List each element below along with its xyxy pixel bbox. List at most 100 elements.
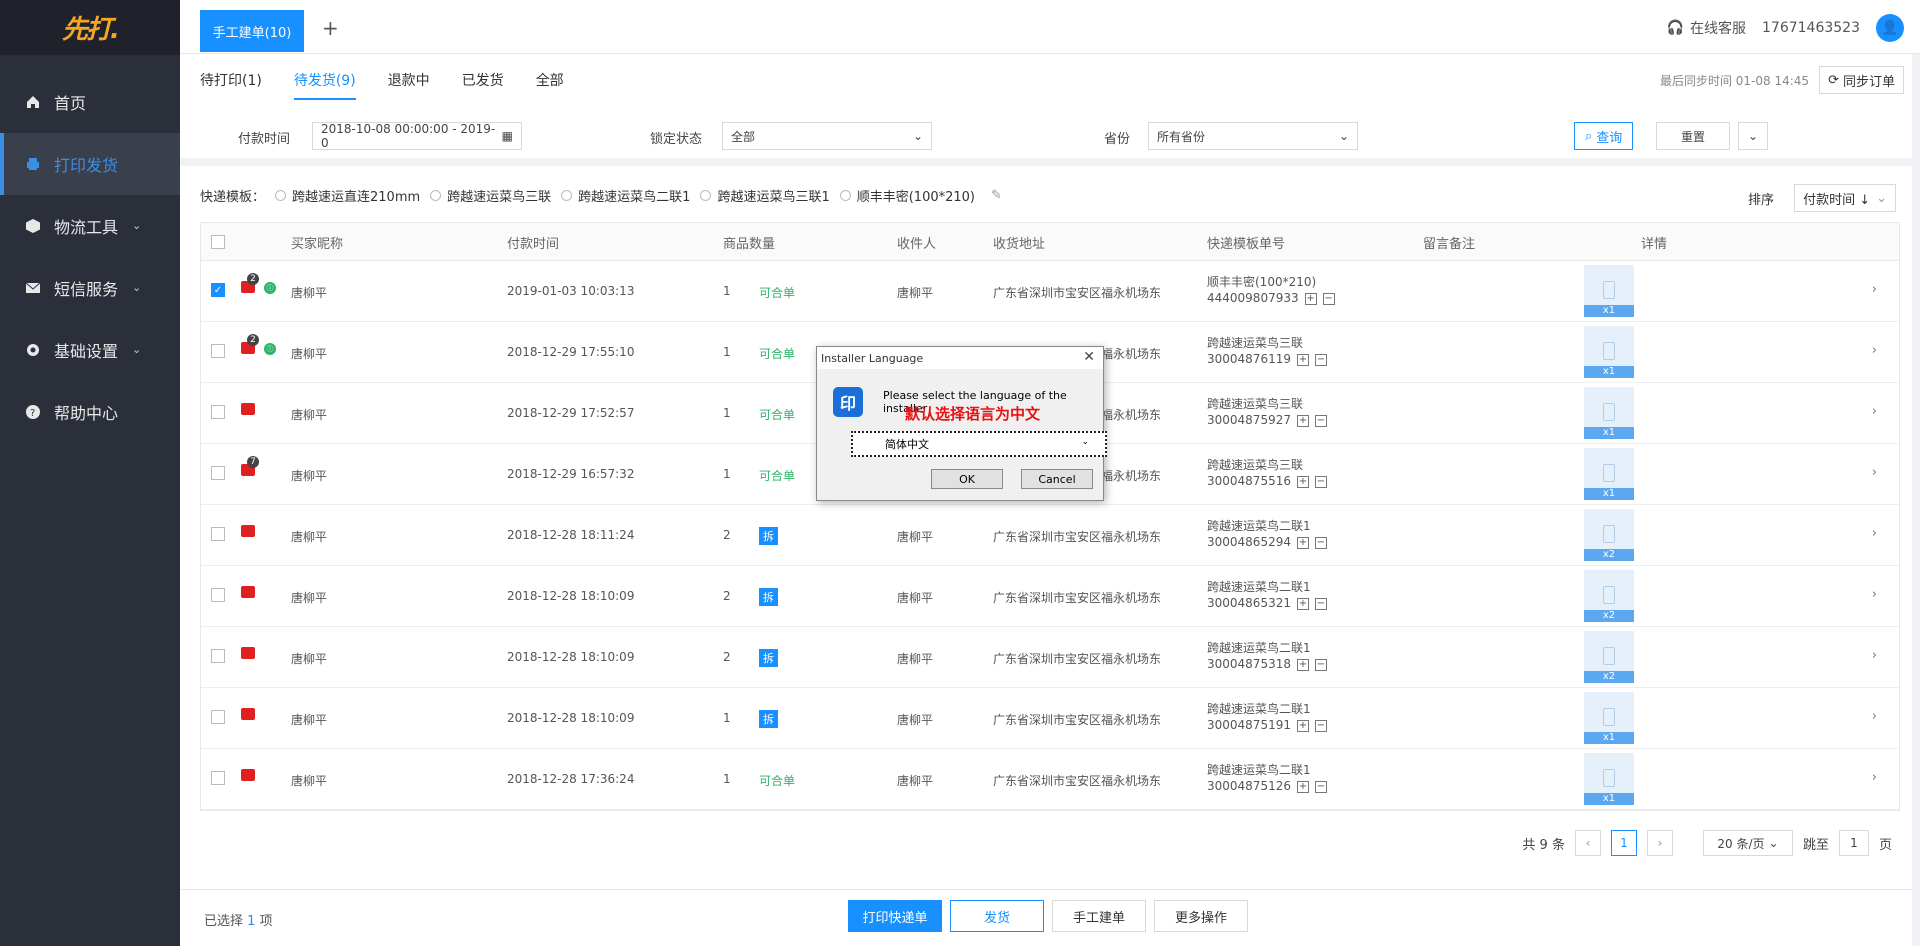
- language-select[interactable]: 简体中文 ⌄: [851, 431, 1107, 457]
- plus-icon[interactable]: +: [1296, 780, 1309, 793]
- close-icon[interactable]: ✕: [1083, 349, 1095, 365]
- order-tag[interactable]: 拆: [759, 710, 778, 728]
- manual-order-button[interactable]: 手工建单: [1052, 900, 1146, 932]
- order-tag[interactable]: 可合单: [759, 406, 795, 423]
- plus-icon[interactable]: +: [1296, 536, 1309, 549]
- tab-refunding[interactable]: 退款中: [388, 70, 430, 100]
- cancel-button[interactable]: Cancel: [1021, 469, 1093, 489]
- chevron-right-icon[interactable]: ›: [1872, 282, 1877, 297]
- plus-icon[interactable]: +: [1296, 719, 1309, 732]
- table-row[interactable]: 唐柳平 2018-12-28 18:10:09 2 拆 唐柳平 广东省深圳市宝安区福永机场…: [201, 566, 1899, 627]
- sort-select[interactable]: 付款时间 ↓ ⌄: [1794, 184, 1896, 212]
- app-logo[interactable]: 先打.: [0, 0, 180, 55]
- minus-icon[interactable]: −: [1314, 475, 1327, 488]
- edit-icon[interactable]: ✎: [991, 188, 1002, 203]
- lock-status-select[interactable]: 全部 ⌄: [722, 122, 932, 150]
- product-thumbnail[interactable]: x2: [1584, 509, 1634, 561]
- plus-icon[interactable]: +: [1296, 414, 1309, 427]
- row-checkbox[interactable]: [211, 710, 225, 724]
- minus-icon[interactable]: −: [1314, 536, 1327, 549]
- sidebar-item-home[interactable]: 首页: [0, 71, 180, 133]
- plus-icon[interactable]: +: [1296, 475, 1309, 488]
- sync-orders-button[interactable]: ⟳ 同步订单: [1819, 66, 1904, 94]
- order-tag[interactable]: 可合单: [759, 772, 795, 789]
- chevron-right-icon[interactable]: ›: [1872, 709, 1877, 724]
- add-tab-button[interactable]: +: [322, 16, 339, 40]
- page-size-select[interactable]: 20 条/页 ⌄: [1702, 830, 1793, 856]
- tab-to-ship[interactable]: 待发货(9): [293, 70, 356, 100]
- chevron-right-icon[interactable]: ›: [1872, 526, 1877, 541]
- expand-filters-button[interactable]: ⌄: [1738, 122, 1768, 150]
- select-all-checkbox[interactable]: [211, 235, 225, 249]
- order-tag[interactable]: 可合单: [759, 467, 795, 484]
- minus-icon[interactable]: −: [1322, 292, 1335, 305]
- template-radio[interactable]: [839, 190, 851, 201]
- template-option[interactable]: 跨越速运菜鸟二联1: [578, 186, 690, 205]
- chevron-right-icon[interactable]: ›: [1872, 404, 1877, 419]
- page-number[interactable]: 1: [1610, 830, 1637, 856]
- ok-button[interactable]: OK: [931, 469, 1003, 489]
- template-option[interactable]: 跨越速运直连210mm: [292, 186, 420, 205]
- product-thumbnail[interactable]: x1: [1584, 448, 1634, 500]
- table-row[interactable]: 唐柳平 2018-12-28 18:11:24 2 拆 唐柳平 广东省深圳市宝安区福永机场…: [201, 505, 1899, 566]
- table-row[interactable]: 唐柳平 2018-12-28 18:10:09 2 拆 唐柳平 广东省深圳市宝安区福永机场…: [201, 627, 1899, 688]
- jump-input[interactable]: 1: [1838, 830, 1869, 856]
- order-tag[interactable]: 拆: [759, 527, 778, 545]
- next-page-button[interactable]: ›: [1646, 830, 1673, 856]
- order-tag[interactable]: 可合单: [759, 284, 795, 301]
- product-thumbnail[interactable]: x1: [1584, 326, 1634, 378]
- row-checkbox[interactable]: [211, 588, 225, 602]
- template-radio[interactable]: [561, 190, 573, 201]
- table-row[interactable]: 唐柳平 2018-12-28 18:10:09 1 拆 唐柳平 广东省深圳市宝安区福永机场…: [201, 688, 1899, 749]
- sidebar-item-sms[interactable]: 短信服务 ⌄: [0, 257, 180, 319]
- row-checkbox[interactable]: [211, 405, 225, 419]
- chevron-right-icon[interactable]: ›: [1872, 343, 1877, 358]
- chevron-right-icon[interactable]: ›: [1872, 648, 1877, 663]
- tab-shipped[interactable]: 已发货: [462, 70, 504, 100]
- template-radio[interactable]: [700, 190, 712, 201]
- query-button[interactable]: ⌕ 查询: [1574, 122, 1634, 150]
- plus-icon[interactable]: +: [1304, 292, 1317, 305]
- product-thumbnail[interactable]: x2: [1584, 631, 1634, 683]
- sidebar-item-print-ship[interactable]: 打印发货: [0, 133, 180, 195]
- order-tag[interactable]: 拆: [759, 649, 778, 667]
- chevron-right-icon[interactable]: ›: [1872, 465, 1877, 480]
- template-radio[interactable]: [430, 190, 442, 201]
- row-checkbox[interactable]: [211, 344, 225, 358]
- sidebar-item-logistics[interactable]: 物流工具 ⌄: [0, 195, 180, 257]
- product-thumbnail[interactable]: x2: [1584, 570, 1634, 622]
- row-checkbox[interactable]: [211, 466, 225, 480]
- row-checkbox[interactable]: [211, 649, 225, 663]
- minus-icon[interactable]: −: [1314, 719, 1327, 732]
- minus-icon[interactable]: −: [1314, 658, 1327, 671]
- minus-icon[interactable]: −: [1314, 597, 1327, 610]
- prev-page-button[interactable]: ‹: [1574, 830, 1601, 856]
- plus-icon[interactable]: +: [1296, 597, 1309, 610]
- tab-to-print[interactable]: 待打印(1): [200, 70, 262, 100]
- template-option[interactable]: 跨越速运菜鸟三联1: [717, 186, 829, 205]
- province-select[interactable]: 所有省份 ⌄: [1148, 122, 1358, 150]
- print-waybill-button[interactable]: 打印快递单: [848, 900, 942, 932]
- sidebar-item-settings[interactable]: 基础设置 ⌄: [0, 319, 180, 381]
- chevron-right-icon[interactable]: ›: [1872, 770, 1877, 785]
- table-row[interactable]: 唐柳平 2018-12-28 17:36:24 1 可合单 唐柳平 广东省深圳市宝安区福永…: [201, 749, 1899, 810]
- plus-icon[interactable]: +: [1296, 353, 1309, 366]
- reset-button[interactable]: 重置: [1656, 122, 1730, 150]
- plus-icon[interactable]: +: [1296, 658, 1309, 671]
- product-thumbnail[interactable]: x1: [1584, 265, 1634, 317]
- chevron-right-icon[interactable]: ›: [1872, 587, 1877, 602]
- user-phone[interactable]: 17671463523: [1762, 20, 1860, 36]
- support-link[interactable]: 🎧 在线客服: [1667, 18, 1746, 38]
- product-thumbnail[interactable]: x1: [1584, 753, 1634, 805]
- table-row[interactable]: ✓ 2 ⓘ 唐柳平 2019-01-03 10:03:13 1 可合单 唐柳平 广东省深圳市宝安…: [201, 261, 1899, 322]
- minus-icon[interactable]: −: [1314, 353, 1327, 366]
- row-checkbox[interactable]: ✓: [211, 283, 225, 297]
- more-actions-button[interactable]: 更多操作: [1154, 900, 1248, 932]
- template-option[interactable]: 跨越速运菜鸟三联: [447, 186, 551, 205]
- tab-manual-orders[interactable]: 手工建单(10): [200, 10, 304, 52]
- template-radio[interactable]: [275, 190, 287, 201]
- product-thumbnail[interactable]: x1: [1584, 387, 1634, 439]
- row-checkbox[interactable]: [211, 527, 225, 541]
- minus-icon[interactable]: −: [1314, 780, 1327, 793]
- order-tag[interactable]: 可合单: [759, 345, 795, 362]
